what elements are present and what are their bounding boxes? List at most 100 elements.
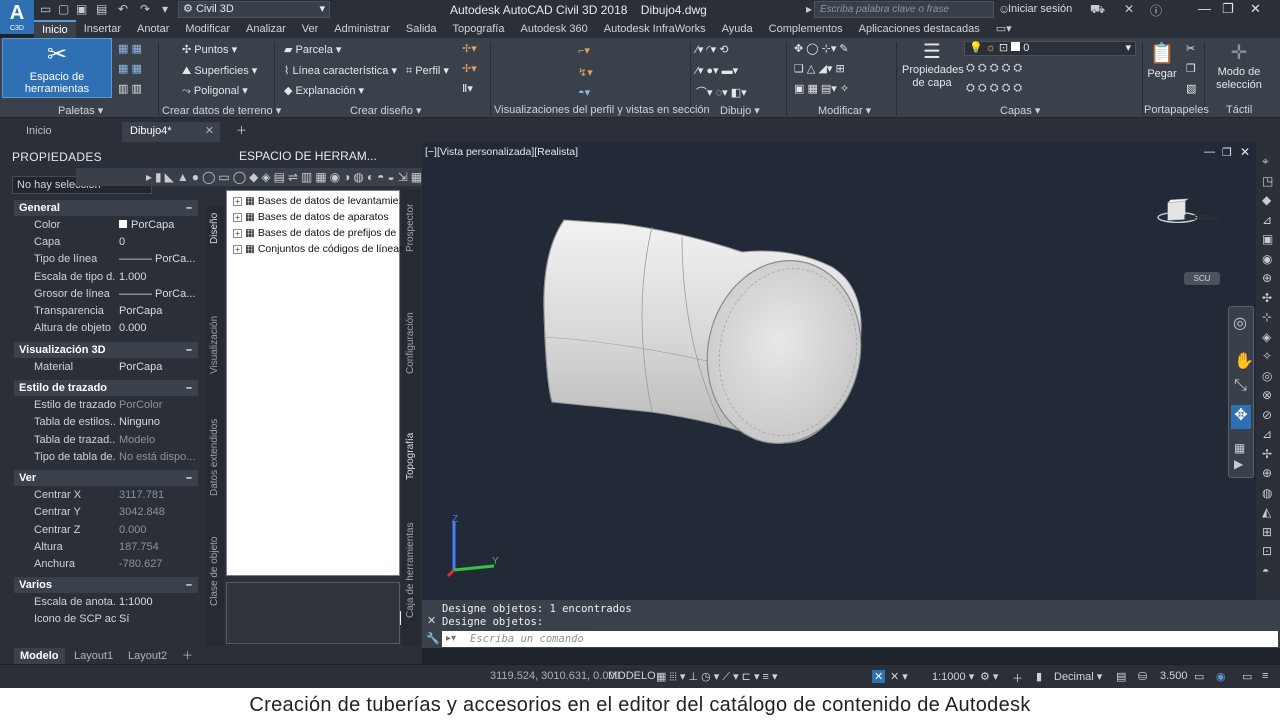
application-menu-button[interactable]: A C3D — [0, 0, 34, 34]
sign-in-link[interactable]: Iniciar sesión — [1008, 3, 1072, 15]
help-icon[interactable]: ⓘ — [1150, 2, 1162, 19]
restore-icon[interactable]: ❐ — [1222, 146, 1232, 159]
prop-row[interactable]: Altura 187.754 — [14, 539, 198, 556]
tree-item[interactable]: + ▦ Bases de datos de prefijos de ... — [233, 227, 408, 239]
move-icon[interactable]: ✥ ◯ ⊹▾ ✎ — [794, 42, 849, 55]
quick-access-more-icon[interactable]: ▾ — [162, 2, 168, 16]
prop-row[interactable]: Centrar Z 0.000 — [14, 522, 198, 539]
prop-row[interactable]: Tipo de línea ——— PorCa... — [14, 251, 198, 268]
panel-label-modificar[interactable]: Modificar ▾ — [818, 104, 871, 117]
close-icon[interactable]: ✕ — [1250, 1, 1261, 17]
annotation-scale[interactable]: 1:1000 ▾ — [932, 670, 974, 683]
stretch-icon[interactable]: ▣ ▦ ▤▾ ✧ — [794, 82, 849, 95]
expand-icon[interactable]: + — [233, 196, 242, 206]
panel-label-crear-diseno[interactable]: Crear diseño ▾ — [350, 104, 422, 117]
layout-tab-model[interactable]: Modelo — [14, 648, 65, 664]
toolspace-button[interactable]: ✂ Espacio de herramientas — [2, 38, 112, 98]
surfaces-button[interactable]: ⛰ Superficies ▾ — [182, 64, 257, 78]
palette-icon[interactable]: ▦ ▦ — [118, 62, 142, 75]
command-input[interactable]: Escriba un comando — [442, 631, 1278, 647]
drawing-viewport[interactable]: [−][Vista personalizada][Realista] — ❐ ✕ — [422, 142, 1256, 600]
panel-label-paletas[interactable]: Paletas ▾ — [58, 104, 103, 117]
corridor-icon[interactable]: Ⅱ▾ — [462, 82, 473, 95]
prop-row[interactable]: Tipo de tabla de... No está dispo... — [14, 449, 198, 466]
prop-row[interactable]: Grosor de línea ——— PorCa... — [14, 286, 198, 303]
lineweight-icon[interactable]: ▮ — [1036, 670, 1042, 683]
panel-label-dibujo[interactable]: Dibujo ▾ — [720, 104, 760, 117]
catalog-tools-icon[interactable]: ▸▮◣▲●◯▭◯◆◈▤⇌▥▦◉◑◍◐◓◒⇲▦ — [146, 170, 425, 184]
side-tab-configuracion[interactable]: Configuración — [405, 312, 416, 374]
parcel-button[interactable]: ▰ Parcela ▾ — [284, 43, 341, 56]
tab-aplicaciones-destacadas[interactable]: Aplicaciones destacadas — [851, 20, 988, 38]
layout-tab-layout2[interactable]: Layout2 — [122, 648, 173, 664]
layer-tools-icon[interactable]: ⛭ ⛭ ⛭ ⛭ ⛭ — [966, 82, 1022, 95]
side-tab-visualizacion[interactable]: Visualización — [209, 316, 220, 374]
prop-row[interactable]: Escala de anota... 1:1000 — [14, 594, 198, 611]
prop-row[interactable]: Color PorCapa — [14, 217, 198, 234]
prop-row[interactable]: Tabla de estilos... Ninguno — [14, 414, 198, 431]
redo-icon[interactable]: ↷ — [140, 2, 150, 16]
side-tab-caja-herramientas[interactable]: Caja de herramientas — [405, 522, 416, 618]
prop-row[interactable]: Centrar Y 3042.848 — [14, 504, 198, 521]
minimize-icon[interactable]: — — [1198, 1, 1211, 16]
side-tab-clase-objeto[interactable]: Clase de objeto — [209, 537, 220, 607]
prop-row[interactable]: Icono de SCP ac...Sí — [14, 611, 198, 628]
tab-salida[interactable]: Salida — [398, 20, 445, 38]
layers-stack-icon[interactable]: ⛁ — [1138, 670, 1147, 683]
orbit-icon[interactable]: ✥ — [1231, 405, 1251, 429]
annotation-visibility-icon[interactable]: ✕ — [872, 670, 886, 683]
profile-button[interactable]: ⌗ Perfil ▾ — [406, 64, 449, 78]
properties-icon[interactable]: ▤ — [1116, 670, 1126, 683]
polyline-icon[interactable]: ⁄▾ ●▾ ▬▾ — [696, 64, 738, 77]
open-file-icon[interactable]: ▢ — [58, 2, 69, 16]
grid-icon[interactable]: ▦ ⦙⦙⦙ ▾ ⊥ ◷ ▾ ⟋ ▾ ⊏ ▾ ≡ ▾ — [656, 670, 778, 684]
tab-ayuda[interactable]: Ayuda — [714, 20, 761, 38]
viewcube-face-label[interactable]: DERECHA — [1184, 215, 1219, 222]
palette-icon[interactable]: ▥ ▥ — [118, 82, 142, 95]
isolate-icon[interactable]: ◉ — [1216, 670, 1226, 683]
tab-insertar[interactable]: Insertar — [76, 20, 129, 38]
tab-analizar[interactable]: Analizar — [238, 20, 294, 38]
pipe-elbow-model[interactable] — [532, 212, 872, 452]
side-tab-datos-extendidos[interactable]: Datos extendidos — [209, 419, 220, 496]
customize-icon[interactable]: ≡ — [1262, 670, 1268, 682]
close-icon[interactable]: ✕ — [205, 122, 214, 140]
clean-screen-icon[interactable]: ▭ — [1242, 670, 1252, 683]
layout-tab-layout1[interactable]: Layout1 — [68, 648, 119, 664]
panel-label-crear-datos[interactable]: Crear datos de terreno ▾ — [162, 104, 281, 117]
units-dropdown[interactable]: Decimal ▾ — [1054, 670, 1102, 683]
osnap-tools-icon[interactable]: ⌖ ◳ ◆ ⊿ ▣ ◉ ⊕ ✣ ⊹ ◈ ✧ ◎ ⊗ ⊘ ⊿ ✢ ⊕ ◍ ◭ ⊞ … — [1262, 152, 1273, 581]
tab-administrar[interactable]: Administrar — [326, 20, 398, 38]
expand-icon[interactable]: + — [233, 212, 242, 222]
annotation-icon[interactable]: ✕ ▾ — [890, 670, 908, 683]
save-as-icon[interactable]: ▤ — [96, 2, 107, 16]
undo-icon[interactable]: ↶ — [118, 2, 128, 16]
plus-icon[interactable]: ＋ — [1012, 670, 1023, 686]
prop-row[interactable]: Anchura -780.627 — [14, 556, 198, 573]
grading-button[interactable]: ◆ Explanación ▾ — [284, 84, 364, 97]
cut-icon[interactable]: ✂ — [1186, 42, 1195, 55]
close-icon[interactable]: ✕ — [1240, 145, 1250, 159]
expand-icon[interactable]: + — [233, 228, 242, 238]
minimize-icon[interactable]: — — [1204, 146, 1215, 158]
settings-gear-icon[interactable]: ⚙ ▾ — [980, 670, 998, 683]
tab-inicio[interactable]: Inicio — [34, 20, 76, 38]
exchange-icon[interactable]: ✕ — [1124, 2, 1134, 16]
save-icon[interactable]: ▣ — [76, 2, 87, 16]
alignment-icon[interactable]: ✢▾ — [462, 62, 477, 75]
elevation-value[interactable]: 3.500 — [1160, 670, 1188, 682]
tab-ver[interactable]: Ver — [294, 20, 327, 38]
prop-row[interactable]: Transparencia PorCapa — [14, 303, 198, 320]
workspace-selector[interactable]: ⚙ Civil 3D ▾ — [178, 1, 330, 18]
doc-tab-drawing[interactable]: Dibujo4* ✕ — [122, 122, 220, 142]
section-ver[interactable]: Ver – — [14, 470, 198, 486]
tab-anotar[interactable]: Anotar — [129, 20, 177, 38]
side-tab-topografia[interactable]: Topografía — [405, 433, 416, 480]
tab-modificar[interactable]: Modificar — [177, 20, 238, 38]
prop-row[interactable]: Capa 0 — [14, 234, 198, 251]
prop-row[interactable]: Escala de tipo d... 1.000 — [14, 269, 198, 286]
tree-item[interactable]: + ▦ Bases de datos de levantamie... — [233, 195, 407, 207]
section-icon[interactable]: ↯▾ — [578, 66, 593, 79]
new-tab-plus-icon[interactable]: ＋ — [228, 122, 255, 142]
side-tab-diseno[interactable]: Diseño — [209, 213, 220, 244]
